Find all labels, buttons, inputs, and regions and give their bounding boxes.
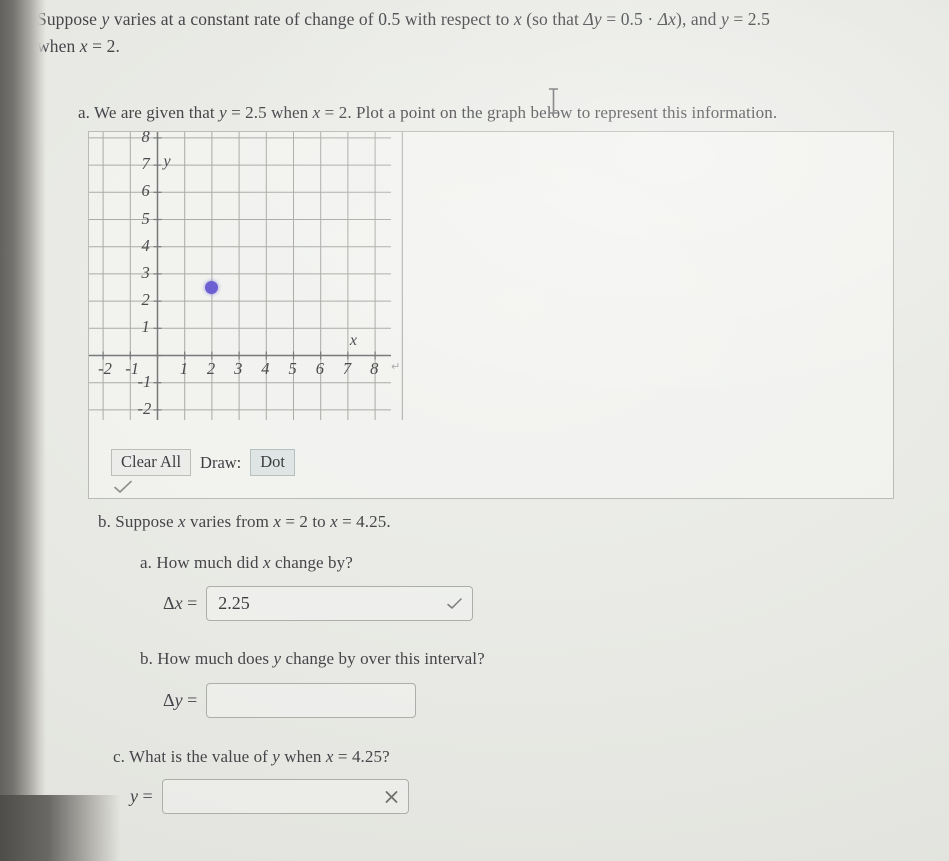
graph-toolbar[interactable]: Clear All Draw: Dot: [111, 449, 296, 476]
x-tick-label: 7: [342, 358, 352, 378]
grid-lines: [89, 132, 403, 420]
statement-line-1: Suppose y varies at a constant rate of c…: [37, 9, 770, 29]
y-tick-label: -2: [137, 398, 152, 418]
x-tick-label: 6: [315, 358, 324, 378]
x-tick-label: 1: [179, 358, 188, 378]
prompt-part-a: a. We are given that y = 2.5 when x = 2.…: [78, 103, 778, 122]
x-tick-label: 4: [261, 358, 270, 378]
graph-correct-check-icon: [114, 480, 132, 493]
delta-y-label: Δy =: [163, 690, 198, 710]
statement-line-2: when x = 2.: [37, 36, 120, 56]
delta-x-check-icon: [447, 597, 462, 609]
y-tick-label: -1: [137, 371, 152, 391]
x-tick-label: 5: [288, 358, 297, 378]
clear-all-button[interactable]: Clear All: [111, 449, 192, 476]
y-tick-label: 8: [141, 126, 150, 146]
x-tick-label: 3: [234, 358, 243, 378]
graph-resize-handle[interactable]: ↵: [391, 361, 401, 372]
delta-x-input[interactable]: 2.25: [206, 586, 474, 621]
question-b-part-a-text: a. How much did x change by?: [140, 553, 353, 572]
question-b-part-b-text: b. How much does y change by over this i…: [140, 649, 485, 668]
x-tick-label: 2: [206, 358, 216, 378]
draw-mode-dot-button[interactable]: Dot: [250, 449, 296, 476]
question-b-intro: b. Suppose x varies from x = 2 to x = 4.…: [98, 512, 391, 531]
y-input[interactable]: [161, 779, 409, 814]
x-tick-label: 8: [370, 358, 379, 378]
y-tick-label: 6: [141, 181, 150, 201]
delta-y-answer-row[interactable]: Δy =: [163, 683, 417, 718]
coordinate-plane[interactable]: -2 -1 1 2 3 4 5 6 7 8 8 7 6 5 4 3 2 1 -1 -2 x y ↵: [89, 127, 403, 442]
y-tick-label: 5: [141, 208, 150, 228]
y-answer-row[interactable]: y =: [130, 779, 409, 814]
y-tick-label: 4: [141, 235, 150, 255]
draw-mode-label: Draw:: [200, 452, 242, 472]
graph-widget[interactable]: -2 -1 1 2 3 4 5 6 7 8 8 7 6 5 4 3 2 1 -1 -2 x y ↵ Clear All Dr…: [88, 127, 894, 499]
y-tick-label: 2: [141, 290, 150, 310]
x-tick-label: -2: [98, 358, 112, 378]
x-axis-name: x: [349, 331, 357, 349]
y-incorrect-x-icon: [385, 790, 398, 803]
y-tick-label: 3: [141, 262, 150, 282]
y-tick-label: 7: [141, 154, 150, 174]
problem-statement: Suppose y varies at a constant rate of c…: [37, 6, 937, 60]
delta-x-answer-row[interactable]: Δx = 2.25: [163, 586, 474, 621]
y-tick-label: 1: [141, 317, 150, 337]
delta-y-input[interactable]: [206, 683, 417, 718]
delta-x-value: 2.25: [218, 593, 250, 613]
question-b-part-c-text: c. What is the value of y when x = 4.25?: [113, 747, 390, 766]
delta-x-label: Δx =: [163, 593, 198, 613]
y-label: y =: [130, 786, 153, 806]
y-axis-name: y: [163, 153, 171, 171]
